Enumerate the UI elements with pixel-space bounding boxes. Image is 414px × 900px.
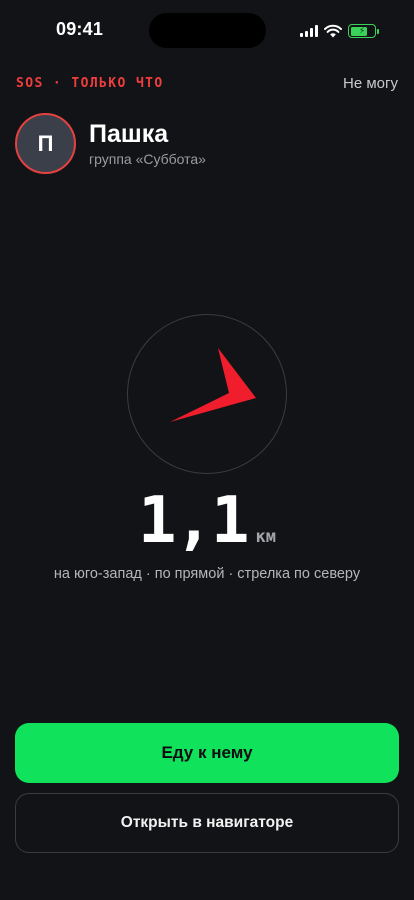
dynamic-island xyxy=(149,13,266,48)
compass-dial xyxy=(127,314,287,474)
person-group: группа «Суббота» xyxy=(89,151,206,167)
battery-charging-icon: ⚡ xyxy=(348,24,379,38)
direction-caption: на юго-запад · по прямой · стрелка по се… xyxy=(53,566,361,582)
person-info: Пашка группа «Суббота» xyxy=(89,120,206,167)
decline-button[interactable]: Не могу xyxy=(343,75,398,92)
status-icons: ⚡ xyxy=(300,22,379,40)
distance-unit: км xyxy=(255,527,277,547)
distance-readout: 1,1 км xyxy=(0,486,414,556)
signal-icon xyxy=(300,25,318,37)
wifi-icon xyxy=(324,24,342,38)
person-header: П Пашка группа «Суббота» xyxy=(15,113,206,174)
sos-tag: SOS · ТОЛЬКО ЧТО xyxy=(16,75,164,91)
status-time: 09:41 xyxy=(56,19,104,39)
avatar: П xyxy=(15,113,76,174)
go-to-him-button[interactable]: Еду к нему xyxy=(15,723,399,783)
open-in-navigator-button[interactable]: Открыть в навигаторе xyxy=(15,793,399,853)
status-bar: 09:41 ⚡ xyxy=(0,0,414,60)
person-name: Пашка xyxy=(89,120,169,148)
alert-row: SOS · ТОЛЬКО ЧТО Не могу xyxy=(16,72,398,94)
distance-value: 1,1 xyxy=(137,484,250,558)
direction-arrow-icon xyxy=(170,348,256,422)
